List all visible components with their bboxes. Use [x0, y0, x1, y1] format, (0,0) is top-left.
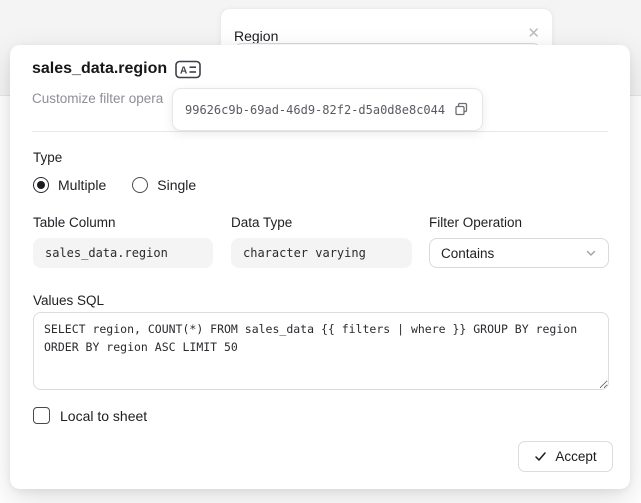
close-icon[interactable]: ✕: [527, 26, 540, 41]
filter-operation-label: Filter Operation: [429, 215, 609, 230]
type-radio-group: Multiple Single: [33, 177, 196, 193]
radio-unselected-icon: [132, 177, 148, 193]
uuid-value: 99626c9b-69ad-46d9-82f2-d5a0d8e8c044: [185, 103, 445, 117]
local-to-sheet-label: Local to sheet: [60, 408, 147, 424]
popup-title: Region: [234, 28, 278, 44]
svg-text:A: A: [180, 66, 187, 77]
copy-icon[interactable]: [453, 101, 470, 118]
table-column-group: Table Column sales_data.region: [33, 215, 213, 268]
values-sql-textarea[interactable]: SELECT region, COUNT(*) FROM sales_data …: [33, 312, 609, 390]
type-label: Type: [33, 150, 62, 165]
data-type-group: Data Type character varying: [231, 215, 412, 268]
modal-title-row: sales_data.region A: [32, 59, 201, 79]
filter-operation-value: Contains: [441, 246, 494, 261]
local-to-sheet-option[interactable]: Local to sheet: [33, 407, 147, 424]
accept-button-label: Accept: [555, 449, 596, 464]
checkbox-unchecked-icon[interactable]: [33, 407, 50, 424]
filter-operation-group: Filter Operation Contains: [429, 215, 609, 268]
uuid-tooltip: 99626c9b-69ad-46d9-82f2-d5a0d8e8c044: [172, 88, 483, 131]
table-column-value: sales_data.region: [33, 238, 213, 268]
data-type-value: character varying: [231, 238, 412, 268]
screen: Region ✕ sales_data.region A Customize f…: [0, 0, 641, 503]
table-column-label: Table Column: [33, 215, 213, 230]
divider: [32, 131, 608, 132]
radio-multiple[interactable]: Multiple: [33, 177, 106, 193]
check-icon: [534, 450, 547, 463]
modal-title: sales_data.region: [32, 60, 167, 78]
chevron-down-icon: [585, 247, 597, 259]
accept-button[interactable]: Accept: [518, 441, 613, 472]
modal-subtitle: Customize filter opera: [32, 91, 163, 106]
radio-single-label: Single: [157, 177, 196, 193]
rename-label-icon[interactable]: A: [175, 60, 201, 79]
values-sql-label: Values SQL: [33, 293, 104, 308]
radio-single[interactable]: Single: [132, 177, 196, 193]
radio-multiple-label: Multiple: [58, 177, 106, 193]
radio-selected-icon: [33, 177, 49, 193]
data-type-label: Data Type: [231, 215, 412, 230]
filter-operation-select[interactable]: Contains: [429, 238, 609, 268]
